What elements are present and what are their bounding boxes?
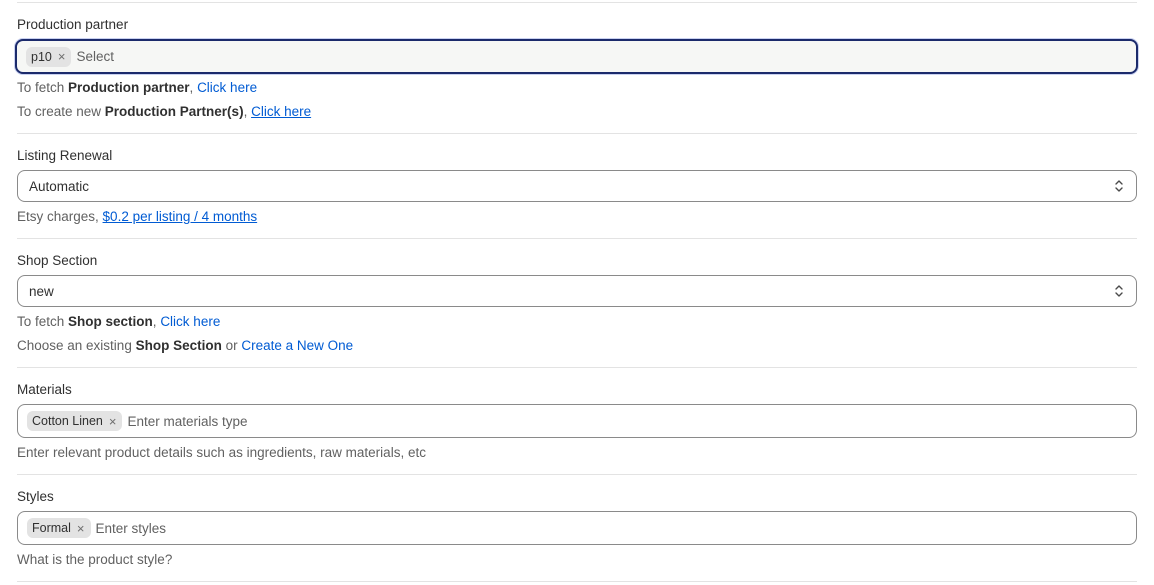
shop-section-fetch-help: To fetch Shop section, Click here <box>17 314 1137 330</box>
production-partner-label: Production partner <box>17 17 129 32</box>
styles-input[interactable]: Formal × Enter styles <box>17 511 1137 545</box>
shop-section-value: new <box>29 283 54 299</box>
tag-label: Cotton Linen <box>32 414 103 428</box>
tag-label: Formal <box>32 521 71 535</box>
help-sep: , <box>243 104 252 119</box>
styles-help: What is the product style? <box>17 552 173 567</box>
chevron-up-down-icon <box>1113 283 1125 299</box>
shop-section-label: Shop Section <box>17 253 98 268</box>
listing-renewal-section: Listing Renewal Automatic Etsy charges, … <box>17 148 1137 225</box>
listing-renewal-help: Etsy charges, $0.2 per listing / 4 month… <box>17 209 1137 225</box>
production-partner-tag: p10 × <box>26 46 72 67</box>
close-icon[interactable]: × <box>77 522 85 535</box>
chevron-up-down-icon <box>1113 178 1125 194</box>
shop-section-select[interactable]: new <box>17 275 1137 307</box>
materials-input[interactable]: Cotton Linen × Enter materials type <box>17 404 1137 438</box>
styles-section: Styles Formal × Enter styles What is the… <box>17 489 1137 568</box>
settings-form: Production partner p10 × Select To fetch… <box>0 0 1154 585</box>
create-shop-section-link[interactable]: Create a New One <box>241 338 353 353</box>
divider <box>17 238 1137 239</box>
production-partner-section: Production partner p10 × Select To fetch… <box>15 17 1138 120</box>
production-partner-create-help: To create new Production Partner(s), Cli… <box>17 104 1137 120</box>
shop-section-choose-help: Choose an existing Shop Section or Creat… <box>17 338 1137 354</box>
divider <box>17 367 1137 368</box>
help-sep: or <box>221 338 242 353</box>
help-bold: Production partner <box>68 80 190 95</box>
materials-label: Materials <box>17 382 72 397</box>
production-partner-input[interactable]: p10 × Select <box>15 39 1138 74</box>
tag-label: p10 <box>31 49 52 64</box>
listing-renewal-label: Listing Renewal <box>17 148 113 163</box>
production-partner-fetch-help: To fetch Production partner, Click here <box>17 80 1137 96</box>
help-text: Choose an existing <box>17 338 136 353</box>
styles-label: Styles <box>17 489 54 504</box>
fetch-production-partner-link[interactable]: Click here <box>197 80 257 95</box>
listing-renewal-select[interactable]: Automatic <box>17 170 1137 202</box>
help-text: To create new <box>17 104 105 119</box>
close-icon[interactable]: × <box>109 415 117 428</box>
styles-tag: Formal × <box>27 518 91 538</box>
styles-placeholder: Enter styles <box>95 520 167 536</box>
create-production-partner-link[interactable]: Click here <box>251 104 311 119</box>
shop-section-section: Shop Section new To fetch Shop section, … <box>17 253 1137 354</box>
materials-tag: Cotton Linen × <box>27 411 123 431</box>
listing-price-link[interactable]: $0.2 per listing / 4 months <box>103 209 258 224</box>
divider <box>17 2 1137 3</box>
materials-placeholder: Enter materials type <box>127 413 248 429</box>
help-bold: Shop Section <box>135 338 222 353</box>
help-text: To fetch <box>17 314 69 329</box>
help-bold: Production Partner(s) <box>104 104 244 119</box>
materials-help: Enter relevant product details such as i… <box>17 445 426 460</box>
close-icon[interactable]: × <box>58 50 66 63</box>
divider <box>17 581 1137 582</box>
help-text: Etsy charges, <box>17 209 103 224</box>
divider <box>17 474 1137 475</box>
help-text: To fetch <box>17 80 69 95</box>
help-sep: , <box>189 80 198 95</box>
materials-section: Materials Cotton Linen × Enter materials… <box>17 382 1137 461</box>
production-partner-placeholder: Select <box>76 49 114 64</box>
divider <box>17 133 1137 134</box>
fetch-shop-section-link[interactable]: Click here <box>160 314 220 329</box>
help-bold: Shop section <box>68 314 153 329</box>
listing-renewal-value: Automatic <box>29 178 90 194</box>
